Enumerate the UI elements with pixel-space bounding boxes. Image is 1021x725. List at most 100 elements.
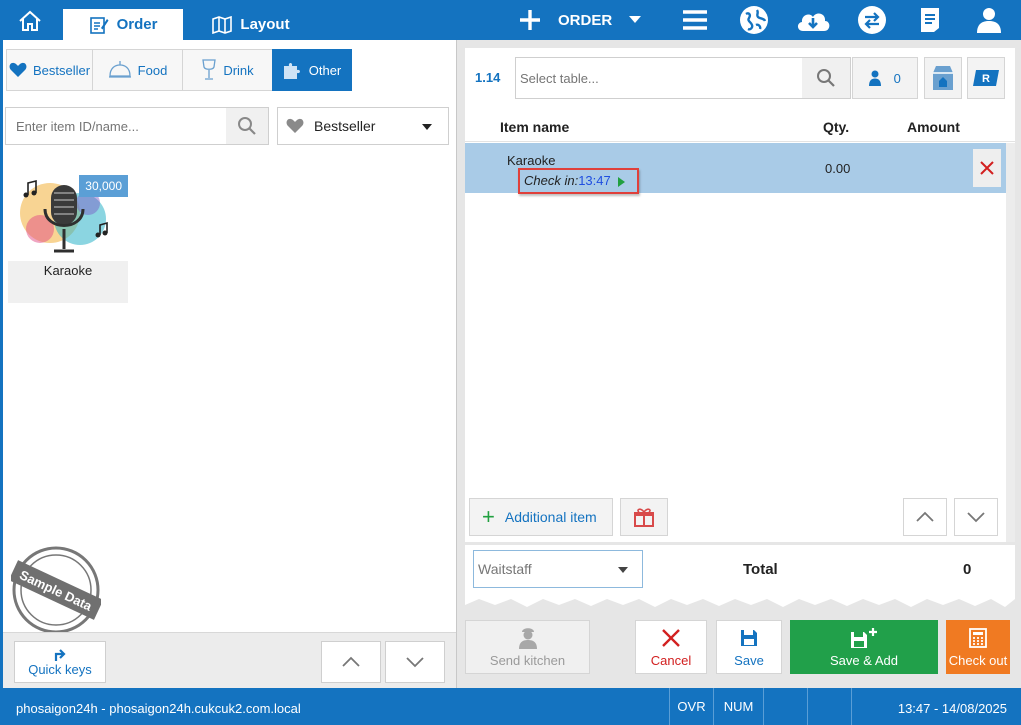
search-icon <box>238 117 256 135</box>
category-drink[interactable]: Drink <box>182 49 273 91</box>
gift-icon <box>634 508 654 527</box>
items-scroll-down-button[interactable] <box>385 641 445 683</box>
checkin-time: 13:47 <box>578 173 611 188</box>
reservation-button[interactable]: R <box>967 57 1005 99</box>
search-icon <box>817 69 835 87</box>
order-items-grid: Item name Qty. Amount Karaoke Check in:1… <box>465 112 1015 542</box>
receipt-edge <box>465 593 1015 607</box>
quick-keys-button[interactable]: Quick keys <box>14 641 106 683</box>
row-item-name: Karaoke <box>507 153 556 168</box>
close-icon <box>662 628 680 647</box>
floppy-disk-icon <box>741 629 757 646</box>
order-action-row: + Additional item <box>465 492 1015 540</box>
sample-data-stamp: Sample Data <box>8 545 104 635</box>
calculator-icon <box>969 627 987 648</box>
download-button[interactable] <box>795 4 831 36</box>
save-button[interactable]: Save <box>716 620 782 674</box>
status-clock: 13:47 - 14/08/2025 <box>897 701 1007 716</box>
item-search-box <box>5 107 269 145</box>
stamp-icon: Sample Data <box>8 546 104 634</box>
person-icon <box>869 70 882 86</box>
quick-keys-label: Quick keys <box>28 661 92 677</box>
new-order-label: ORDER <box>558 11 613 29</box>
chevron-down-icon <box>967 512 985 523</box>
column-amount: Amount <box>907 119 960 135</box>
reservation-tag-icon: R <box>973 70 999 86</box>
status-cell-empty-1 <box>763 688 807 725</box>
arrow-up-right-icon <box>54 648 66 661</box>
cancel-button[interactable]: Cancel <box>635 620 707 674</box>
item-filter-value: Bestseller <box>314 118 376 134</box>
chevron-up-icon <box>916 511 934 522</box>
chevron-down-icon <box>618 567 628 573</box>
status-host: phosaigon24h - phosaigon24h.cukcuk2.com.… <box>16 701 301 716</box>
category-label: Other <box>308 62 342 78</box>
sync-button[interactable] <box>854 4 890 36</box>
left-bottom-bar: Quick keys <box>3 632 456 688</box>
item-filter-select[interactable]: Bestseller <box>277 107 449 145</box>
remove-item-button[interactable] <box>973 149 1001 187</box>
order-header: 1.14 0 R <box>465 48 1015 112</box>
table-search-button[interactable] <box>802 58 850 98</box>
category-food[interactable]: Food <box>92 49 183 91</box>
order-panel: 1.14 0 R Item name Qty. Amount Karaoke C… <box>456 40 1021 688</box>
category-bestseller[interactable]: Bestseller <box>6 49 93 91</box>
grid-header: Item name Qty. Amount <box>465 112 1015 142</box>
globe-icon <box>740 6 768 34</box>
glass-icon <box>202 59 217 80</box>
category-bar: Bestseller Food Drink Other <box>6 49 352 91</box>
column-qty: Qty. <box>823 119 850 135</box>
cloud-download-icon <box>797 13 830 31</box>
new-order-button[interactable]: ORDER <box>518 4 642 36</box>
takeaway-button[interactable] <box>924 57 962 99</box>
item-search-button[interactable] <box>226 108 268 144</box>
items-scroll-up-button[interactable] <box>321 641 381 683</box>
user-icon <box>977 8 1001 33</box>
item-search-row: Bestseller <box>5 107 451 145</box>
tab-layout-label: Layout <box>240 16 290 33</box>
status-bar: phosaigon24h - phosaigon24h.cukcuk2.com.… <box>0 688 1021 725</box>
item-search-input[interactable] <box>6 108 226 144</box>
tab-layout[interactable]: Layout <box>196 9 306 40</box>
total-label: Total <box>743 561 778 578</box>
check-out-label: Check out <box>948 652 1008 668</box>
item-name: Karaoke <box>43 263 93 278</box>
item-card-karaoke[interactable]: 30,000 Karaoke <box>8 173 128 303</box>
play-icon <box>617 177 625 187</box>
chef-icon <box>518 627 537 649</box>
order-scroll-down-button[interactable] <box>954 498 998 536</box>
send-kitchen-button[interactable]: Send kitchen <box>465 620 590 674</box>
tab-order[interactable]: Order <box>63 9 183 40</box>
category-other[interactable]: Other <box>272 49 352 91</box>
chevron-down-icon <box>406 657 424 668</box>
menu-button[interactable] <box>677 4 713 36</box>
table-row[interactable]: Karaoke Check in:13:47 0.00 <box>465 143 1006 194</box>
top-bar: Order Layout ORDER <box>0 0 1021 40</box>
checkin-time-box[interactable]: Check in:13:47 <box>518 168 639 194</box>
hamburger-icon <box>683 10 707 30</box>
status-ovr: OVR <box>669 688 713 725</box>
chevron-down-icon <box>629 16 642 23</box>
home-button[interactable] <box>8 6 52 36</box>
gift-button[interactable] <box>620 498 668 536</box>
column-item-name: Item name <box>500 119 570 135</box>
grid-scrollbar[interactable] <box>1006 143 1015 542</box>
sync-icon <box>858 6 886 34</box>
edit-document-icon <box>89 16 109 34</box>
user-button[interactable] <box>971 4 1007 36</box>
check-out-button[interactable]: Check out <box>946 620 1010 674</box>
plus-icon <box>520 10 540 30</box>
waitstaff-select[interactable]: Waitstaff <box>473 550 643 588</box>
cloche-icon <box>108 61 131 78</box>
floppy-plus-icon <box>851 627 877 648</box>
save-and-add-button[interactable]: Save & Add <box>790 620 938 674</box>
cancel-label: Cancel <box>650 652 692 668</box>
order-scroll-up-button[interactable] <box>903 498 947 536</box>
bottom-actions: Send kitchen Cancel Save Save & Add Chec… <box>457 620 1021 676</box>
table-select-input[interactable] <box>516 58 800 98</box>
globe-button[interactable] <box>736 4 772 36</box>
report-button[interactable] <box>912 4 948 36</box>
guest-count-button[interactable]: 0 <box>852 57 918 99</box>
additional-item-button[interactable]: + Additional item <box>469 498 613 536</box>
status-cell-empty-2 <box>807 688 851 725</box>
